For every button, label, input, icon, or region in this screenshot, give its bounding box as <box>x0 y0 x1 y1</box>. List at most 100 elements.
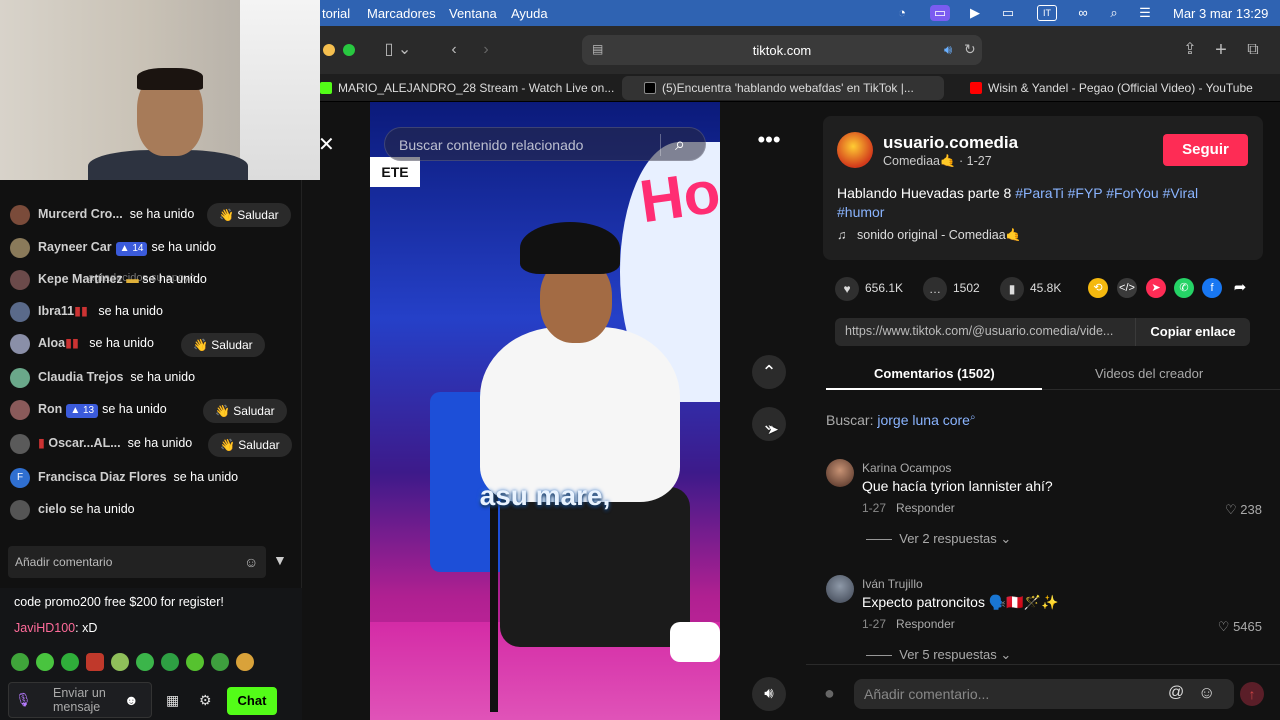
emote-icon[interactable] <box>86 653 104 671</box>
search-icon[interactable]: ⌕ <box>675 134 685 155</box>
menubar-clock[interactable]: Mar 3 mar 13:29 <box>1173 6 1268 21</box>
emote-icon[interactable] <box>111 653 129 671</box>
chat-send-button[interactable]: Chat <box>227 687 277 715</box>
search-icon[interactable]: ⌕ <box>1105 5 1123 21</box>
emote-icon[interactable] <box>236 653 254 671</box>
forward-icon[interactable]: › <box>474 38 498 62</box>
stream-add-comment-input[interactable]: Añadir comentario ☺ <box>8 546 266 578</box>
new-tab-icon[interactable]: + <box>1211 38 1231 62</box>
hashtags[interactable]: #ParaTi #FYP #ForYou #Viral <box>1015 185 1198 201</box>
saludar-button[interactable]: 👋 Saludar <box>203 399 287 423</box>
tab-kick-stream[interactable]: MARIO_ALEJANDRO_28 Stream - Watch Live o… <box>320 74 620 102</box>
emote-icon[interactable] <box>136 653 154 671</box>
microphone-icon[interactable]: 🎙︎ <box>15 692 32 708</box>
link-icon[interactable]: ∞ <box>1074 5 1092 21</box>
emote-icon[interactable] <box>11 653 29 671</box>
repost-icon[interactable]: ⟲ <box>1088 278 1108 298</box>
reply-button[interactable]: Responder <box>896 501 955 515</box>
comment-likes[interactable]: ♡ 238 <box>1225 502 1262 518</box>
tab-tiktok[interactable]: (5)Encuentra 'hablando webafdas' en TikT… <box>622 76 944 100</box>
chat-username[interactable]: Kepe Martínez <box>38 272 123 286</box>
save-action[interactable]: ▮ 45.8K <box>1000 277 1061 301</box>
avatar[interactable] <box>826 459 854 487</box>
view-replies-button[interactable]: —— Ver 5 respuestas ⌄ <box>866 647 1011 663</box>
menu-item-help[interactable]: Ayuda <box>511 6 548 21</box>
comment-author[interactable]: Iván Trujillo <box>862 577 923 591</box>
saludar-button[interactable]: 👋 Saludar <box>181 333 265 357</box>
chat-username[interactable]: Oscar...AL... <box>48 436 120 450</box>
address-bar[interactable]: ▤ tiktok.com 🔊︎ ↻ <box>582 35 982 65</box>
chat-username[interactable]: Aloa <box>38 336 65 350</box>
chat-username[interactable]: Ron <box>38 402 62 416</box>
gear-icon[interactable]: ⚙ <box>199 692 212 709</box>
video-player[interactable]: Ho ETE asu mare, Buscar contenido relaci… <box>370 102 720 720</box>
screen-record-icon[interactable]: ▭ <box>930 5 950 21</box>
video-link[interactable]: https://www.tiktok.com/@usuario.comedia/… <box>845 324 1135 338</box>
control-center-icon[interactable]: ☰ <box>1136 5 1154 21</box>
creator-username[interactable]: usuario.comedia <box>883 133 1018 153</box>
close-icon[interactable]: ✕ <box>318 132 335 157</box>
post-comment-icon[interactable]: ↑ <box>1240 682 1264 706</box>
zoom-button[interactable] <box>343 44 355 56</box>
emote-icon[interactable] <box>36 653 54 671</box>
tab-youtube[interactable]: Wisin & Yandel - Pegao (Official Video) … <box>970 74 1270 102</box>
tab-overview-icon[interactable]: ⧉ <box>1243 38 1263 62</box>
reply-button[interactable]: Responder <box>896 617 955 631</box>
filter-icon[interactable]: ▼ <box>273 552 287 568</box>
previous-video-icon[interactable]: ⌃ <box>752 355 786 389</box>
send-icon[interactable]: ➤ <box>1146 278 1166 298</box>
chat-username[interactable]: JaviHD100 <box>14 621 75 635</box>
status-icon[interactable]: ◔ <box>893 5 911 21</box>
related-search-bar[interactable]: Buscar contenido relacionado ⌕ <box>384 127 706 161</box>
reload-icon[interactable]: ↻ <box>964 41 976 58</box>
chat-username[interactable]: Claudia Trejos <box>38 370 123 384</box>
creator-avatar[interactable] <box>837 132 873 168</box>
minimize-button[interactable] <box>323 44 335 56</box>
copy-link-button[interactable]: Copiar enlace <box>1135 318 1250 346</box>
emoji-icon[interactable]: ☺ <box>1198 683 1215 703</box>
chat-username[interactable]: cielo <box>38 502 67 516</box>
share-more-icon[interactable]: ➦ <box>1230 278 1250 298</box>
back-icon[interactable]: ‹ <box>442 38 466 62</box>
search-suggestion[interactable]: Buscar: jorge luna core⌕ <box>826 412 976 428</box>
comment-likes[interactable]: ♡ 5465 <box>1218 619 1262 635</box>
emoji-icon[interactable]: ☺ <box>244 546 258 578</box>
facebook-icon[interactable]: f <box>1202 278 1222 298</box>
whatsapp-icon[interactable]: ✆ <box>1174 278 1194 298</box>
audio-playing-icon[interactable]: 🔊︎ <box>944 42 952 58</box>
saludar-button[interactable]: 👋 Saludar <box>207 203 291 227</box>
sidebar-toggle-icon[interactable]: ▯ ⌄ <box>372 38 424 62</box>
mention-icon[interactable]: @ <box>1168 684 1184 702</box>
menu-item-bookmarks[interactable]: Marcadores <box>367 6 436 21</box>
emote-icon[interactable] <box>186 653 204 671</box>
comment-input[interactable]: Añadir comentario... @ ☺ <box>854 679 1234 709</box>
input-source-icon[interactable]: IT <box>1037 5 1057 21</box>
like-action[interactable]: ♥ 656.1K <box>835 277 903 301</box>
sound-name[interactable]: sonido original - Comediaa🤙 <box>857 228 1021 243</box>
menu-item-tutorial[interactable]: torial <box>322 6 350 21</box>
view-replies-button[interactable]: —— Ver 2 respuestas ⌄ <box>866 531 1011 547</box>
emote-icon[interactable] <box>161 653 179 671</box>
suggestion-term[interactable]: jorge luna core <box>877 412 970 428</box>
comment-action[interactable]: … 1502 <box>923 277 980 301</box>
chat-username[interactable]: Ibra11 <box>38 304 74 318</box>
menu-item-window[interactable]: Ventana <box>449 6 497 21</box>
share-icon[interactable]: ⇪ <box>1180 38 1200 62</box>
embed-icon[interactable]: </> <box>1117 278 1137 298</box>
play-icon[interactable]: ▶ <box>966 5 984 21</box>
more-options-icon[interactable]: ••• <box>752 125 786 159</box>
comment-author[interactable]: Karina Ocampos <box>862 461 951 475</box>
hashtag-humor[interactable]: #humor <box>837 204 884 220</box>
tab-creator-videos[interactable]: Videos del creador <box>1095 366 1203 381</box>
emote-icon[interactable] <box>211 653 229 671</box>
tab-comments[interactable]: Comentarios (1502) <box>874 366 995 381</box>
chat-username[interactable]: Murcerd Cro... <box>38 207 123 221</box>
avatar[interactable] <box>826 575 854 603</box>
send-message-input[interactable]: 🎙︎ Enviar un mensaje ☻ <box>8 682 152 718</box>
emote-icon[interactable] <box>61 653 79 671</box>
follow-button[interactable]: Seguir <box>1163 134 1248 166</box>
chat-username[interactable]: Rayneer Car <box>38 240 112 254</box>
chat-username[interactable]: Francisca Diaz Flores <box>38 470 167 484</box>
store-icon[interactable]: ▦ <box>166 692 179 709</box>
emoji-icon[interactable]: ☻ <box>124 692 139 708</box>
